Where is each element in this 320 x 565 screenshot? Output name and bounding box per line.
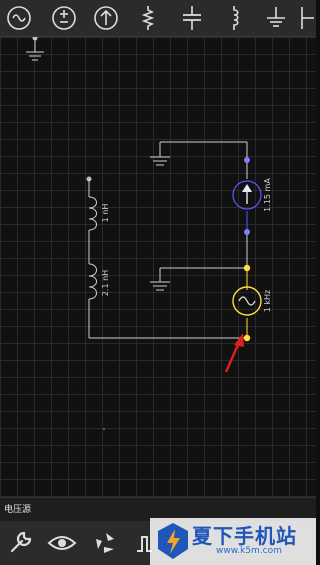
- more-icon: [301, 7, 314, 29]
- resistor-icon: [141, 6, 155, 30]
- ground-symbol-2[interactable]: [150, 267, 247, 291]
- ac-voltage-source[interactable]: [232, 286, 262, 316]
- recycle-icon: [96, 533, 114, 553]
- dc-source-icon: [52, 6, 76, 30]
- current-source-label: 1.15 mA: [263, 178, 272, 212]
- component-toolbar: [0, 0, 316, 37]
- watermark-logo-icon: [158, 523, 188, 559]
- inductor-icon: [233, 6, 239, 30]
- ac-source-tool[interactable]: [1, 0, 37, 36]
- resistor-tool[interactable]: [130, 0, 166, 36]
- current-source-icon: [94, 6, 118, 30]
- watermark-title: 夏下手机站: [192, 524, 297, 548]
- inductor-tool[interactable]: [216, 0, 252, 36]
- wire-left[interactable]: [86, 176, 248, 339]
- ground-tool[interactable]: [258, 0, 294, 36]
- node-vs-bottom[interactable]: [243, 334, 251, 342]
- rotate-button[interactable]: [88, 525, 124, 561]
- node-cs-bottom[interactable]: [244, 229, 250, 235]
- node-vs-top[interactable]: [243, 264, 251, 272]
- capacitor-icon: [183, 6, 201, 30]
- ground-symbol-1[interactable]: [150, 141, 247, 166]
- inductor-1-label: 1 nH: [101, 204, 110, 223]
- watermark-overlay: 夏下手机站 www.k5m.com: [150, 518, 316, 565]
- inductor-2nh[interactable]: [88, 263, 97, 300]
- watermark-url: www.k5m.com: [216, 546, 282, 556]
- edit-button[interactable]: [2, 525, 38, 561]
- ac-source-icon: [7, 6, 31, 30]
- circuit-canvas[interactable]: 1 nH 2.1 nH 1.15 mA 1 kHz: [0, 37, 316, 497]
- red-arrow-annotation: [224, 333, 244, 373]
- circuit-schematic: 1 nH 2.1 nH 1.15 mA 1 kHz: [26, 37, 272, 430]
- current-source-tool[interactable]: [88, 0, 124, 36]
- current-source[interactable]: [232, 180, 262, 210]
- inductor-1nh[interactable]: [88, 196, 97, 231]
- dc-source-tool[interactable]: [46, 0, 82, 36]
- stray-dot: [103, 428, 105, 430]
- inductor-2-label: 2.1 nH: [101, 270, 110, 296]
- selected-component-label: 电压源: [4, 505, 32, 515]
- view-button[interactable]: [44, 525, 80, 561]
- more-tools[interactable]: [296, 0, 316, 36]
- voltage-source-label: 1 kHz: [263, 290, 272, 312]
- node-cs-top[interactable]: [244, 157, 250, 163]
- eye-icon: [47, 536, 77, 550]
- ground-symbol-topleft[interactable]: [26, 37, 44, 61]
- wrench-icon: [10, 531, 32, 553]
- capacitor-tool[interactable]: [174, 0, 210, 36]
- ground-icon: [267, 7, 285, 27]
